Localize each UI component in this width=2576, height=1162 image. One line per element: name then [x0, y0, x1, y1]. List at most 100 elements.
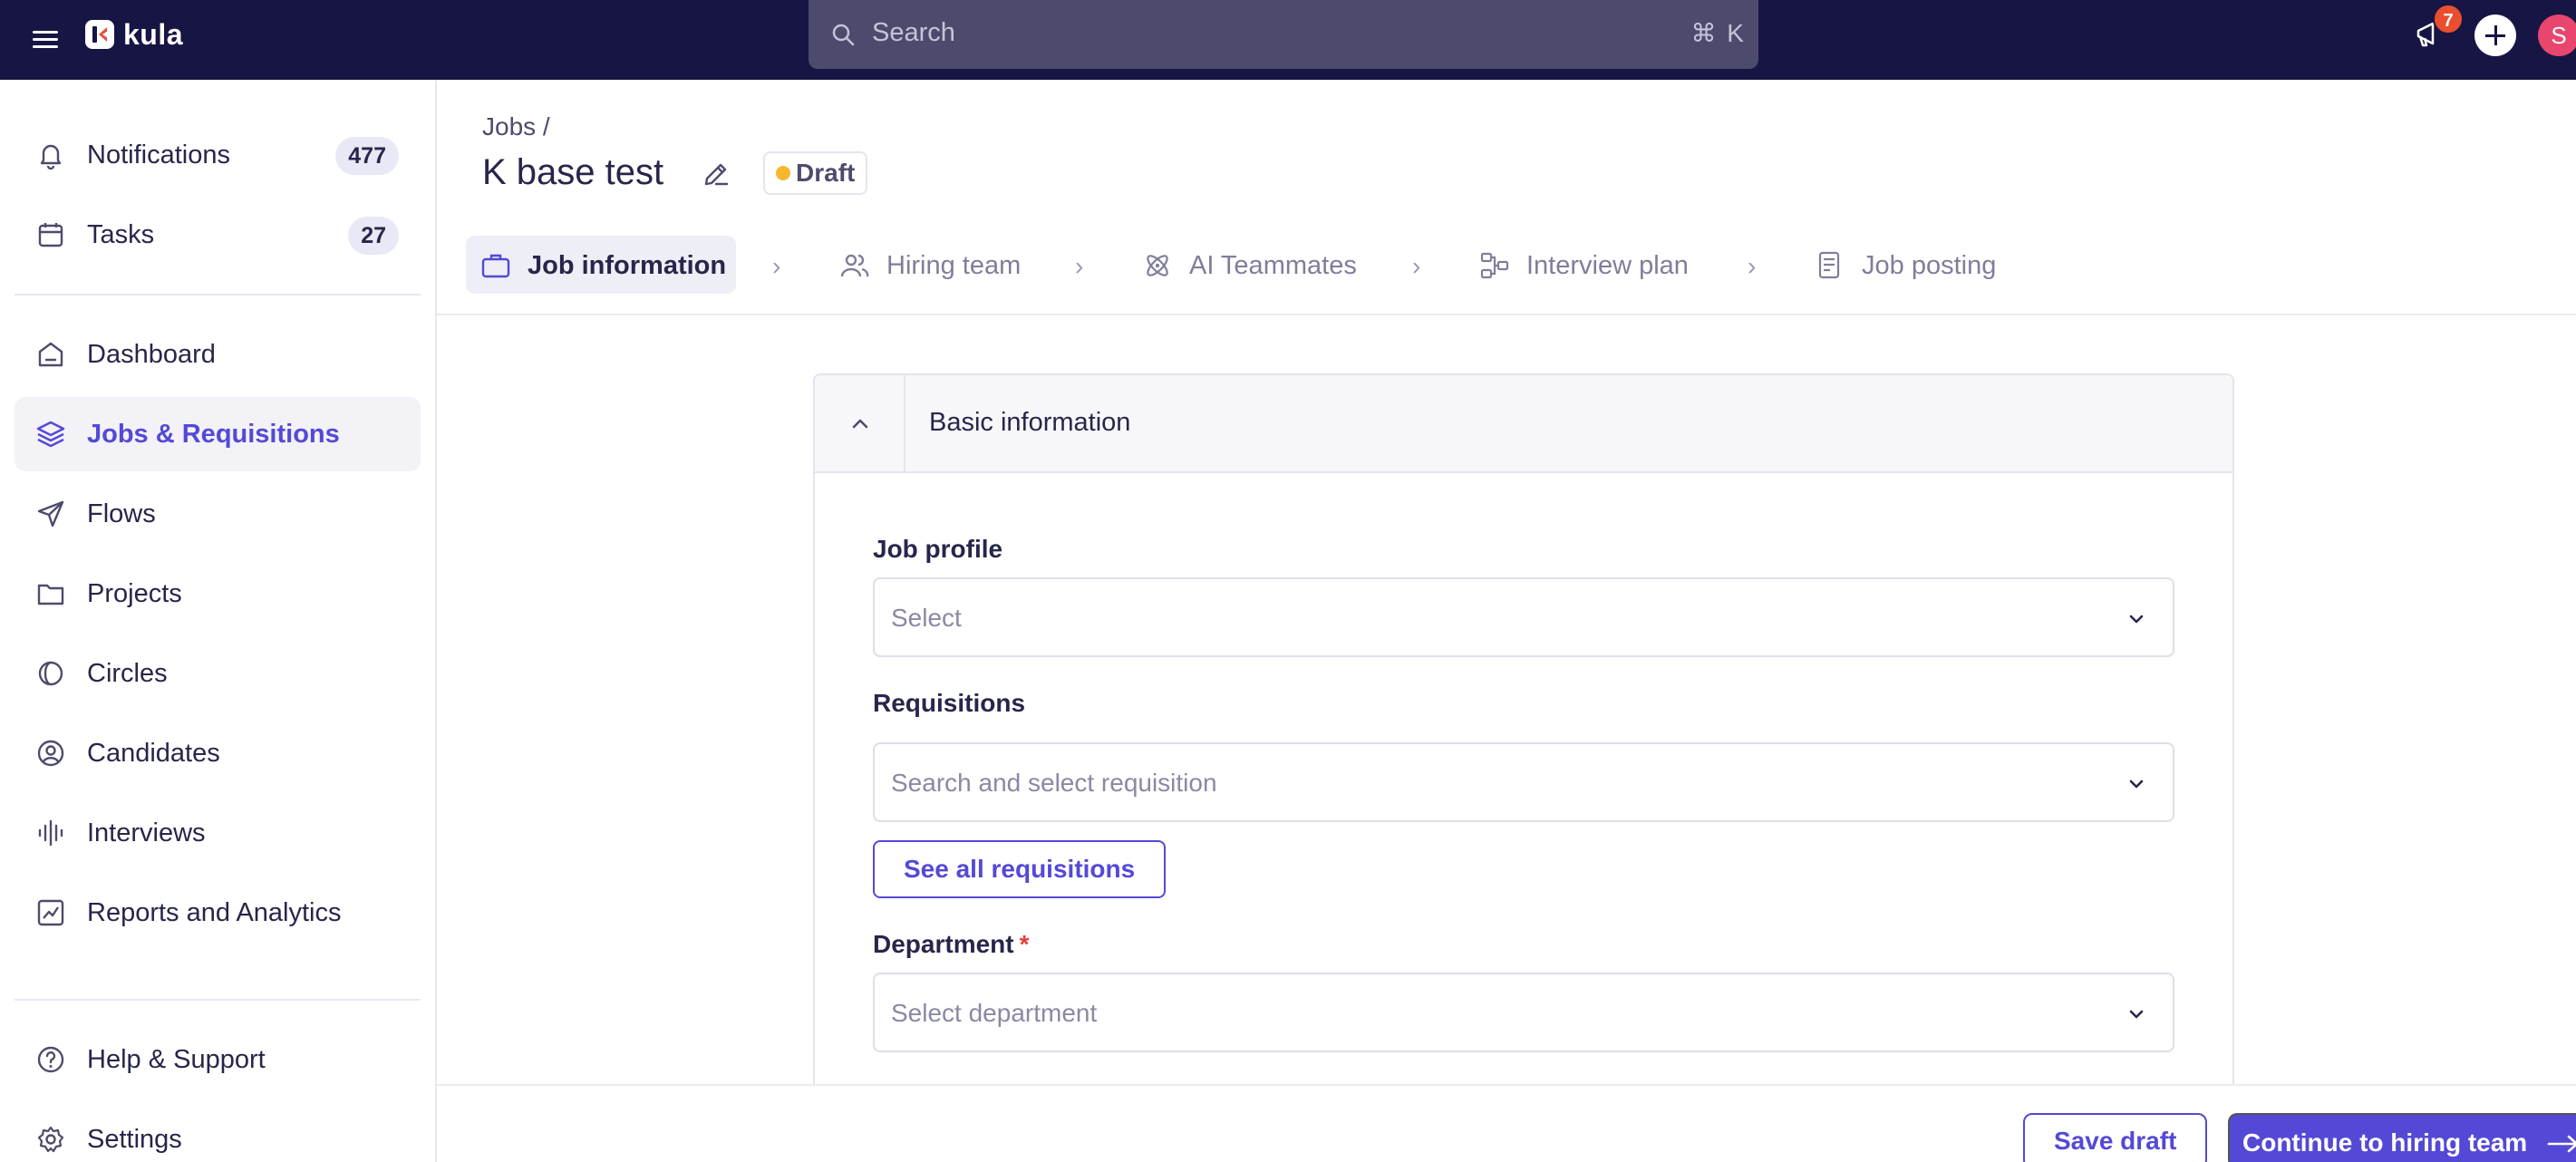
sidebar-item-label: Settings	[87, 1124, 182, 1154]
send-icon	[37, 500, 64, 528]
sidebar-item-label: Jobs & Requisitions	[87, 419, 340, 449]
folder-icon	[37, 584, 64, 605]
step-label: AI Teammates	[1189, 251, 1357, 280]
continue-to-hiring-team-button[interactable]: Continue to hiring team	[2228, 1113, 2576, 1162]
chevron-right-icon: ›	[1748, 252, 1757, 280]
sidebar-item-label: Interviews	[87, 818, 206, 847]
home-icon	[38, 342, 63, 367]
user-circle-icon	[37, 740, 64, 767]
job-profile-label: Job profile	[873, 535, 1003, 563]
search-placeholder: Search	[872, 18, 955, 47]
global-search[interactable]: Search ⌘ K	[809, 0, 1758, 69]
chevron-down-icon	[2129, 1010, 2144, 1019]
collapse-button[interactable]	[815, 375, 905, 471]
chevron-down-icon	[2129, 615, 2144, 624]
chevron-right-icon: ›	[1412, 252, 1421, 280]
requisitions-label: Requisitions	[873, 689, 1026, 717]
basic-information-card: Basic information Job profile Select Req…	[813, 373, 2234, 1162]
tab-hiring-team[interactable]: Hiring team	[825, 236, 1060, 294]
step-label: Hiring team	[886, 251, 1022, 280]
sidebar-item-dashboard[interactable]: Dashboard	[15, 317, 421, 392]
gear-icon	[37, 1126, 64, 1153]
sidebar-item-label: Tasks	[87, 219, 155, 249]
create-new-button[interactable]	[2474, 15, 2516, 56]
sidebar-item-label: Projects	[87, 578, 182, 608]
department-select[interactable]: Select department	[873, 973, 2174, 1052]
sidebar-item-projects[interactable]: Projects	[15, 557, 421, 631]
notification-badge: 7	[2433, 4, 2464, 34]
select-placeholder: Select	[891, 604, 962, 632]
sidebar-item-circles[interactable]: Circles	[15, 636, 421, 711]
tab-job-information[interactable]: Job information	[466, 236, 736, 294]
notifications-count: 477	[335, 137, 399, 175]
sidebar-divider	[15, 999, 421, 1001]
circles-icon	[38, 661, 63, 686]
sidebar-item-label: Circles	[87, 658, 168, 688]
users-icon	[840, 254, 869, 277]
page-title: K base test	[482, 152, 664, 192]
sidebar-item-label: Reports and Analytics	[87, 897, 342, 927]
sidebar-item-label: Flows	[87, 499, 156, 528]
search-icon	[832, 24, 855, 46]
breadcrumb[interactable]: Jobs /	[482, 112, 550, 141]
briefcase-icon	[481, 254, 510, 278]
sidebar-item-flows[interactable]: Flows	[15, 477, 421, 551]
tasks-count: 27	[348, 217, 399, 255]
chart-icon	[37, 899, 64, 926]
sidebar-item-notifications[interactable]: Notifications 477	[15, 118, 421, 192]
help-icon	[37, 1046, 64, 1073]
continue-label: Continue to hiring team	[2242, 1128, 2528, 1157]
kula-logo-icon	[85, 20, 114, 49]
app-name: kula	[123, 17, 184, 51]
sidebar-item-jobs-requisitions[interactable]: Jobs & Requisitions	[15, 397, 421, 471]
audio-wave-icon	[38, 819, 63, 847]
tab-job-posting[interactable]: Job posting	[1800, 236, 2036, 294]
sidebar-item-label: Help & Support	[87, 1044, 266, 1074]
chevron-up-icon	[852, 419, 868, 429]
tab-interview-plan[interactable]: Interview plan	[1465, 236, 1737, 294]
required-mark: *	[1019, 930, 1030, 958]
user-avatar[interactable]: S	[2538, 15, 2576, 56]
status-badge: Draft	[763, 151, 868, 195]
department-label-text: Department	[873, 930, 1014, 958]
see-all-requisitions-button[interactable]: See all requisitions	[873, 840, 1167, 898]
layers-icon	[36, 421, 65, 448]
atom-icon	[1147, 255, 1168, 276]
hamburger-menu-icon[interactable]	[31, 24, 60, 53]
flow-icon	[1480, 252, 1509, 279]
sidebar-item-help-support[interactable]: Help & Support	[15, 1022, 421, 1097]
card-title: Basic information	[929, 408, 1131, 437]
card-header[interactable]: Basic information	[815, 375, 2232, 473]
document-icon	[1818, 251, 1840, 279]
sidebar-item-label: Notifications	[87, 140, 230, 169]
job-profile-select[interactable]: Select	[873, 577, 2174, 657]
step-label: Job information	[528, 251, 727, 280]
bell-icon	[40, 144, 62, 170]
sidebar-item-label: Candidates	[87, 738, 220, 768]
app-logo[interactable]: kula	[85, 18, 183, 51]
sidebar-item-tasks[interactable]: Tasks 27	[15, 198, 421, 272]
top-bar: kula Search ⌘ K 7 S	[0, 0, 2576, 80]
chevron-right-icon: ›	[772, 252, 781, 280]
step-label: Interview plan	[1526, 251, 1689, 280]
chevron-right-icon: ›	[1075, 252, 1084, 280]
calendar-icon	[38, 223, 63, 247]
search-shortcut: ⌘ K	[1690, 19, 1746, 47]
pencil-icon[interactable]	[700, 158, 732, 190]
sidebar-item-settings[interactable]: Settings	[15, 1102, 421, 1162]
save-draft-button[interactable]: Save draft	[2023, 1113, 2208, 1162]
sidebar-item-reports-analytics[interactable]: Reports and Analytics	[15, 876, 421, 950]
requisitions-select[interactable]: Search and select requisition	[873, 742, 2174, 822]
sidebar-divider	[15, 294, 421, 295]
select-placeholder: Search and select requisition	[891, 769, 1217, 797]
step-label: Job posting	[1862, 251, 1997, 280]
sidebar: Notifications 477 Tasks 27 Dashboard Job…	[0, 80, 437, 1162]
sidebar-item-candidates[interactable]: Candidates	[15, 716, 421, 790]
department-label: Department *	[873, 930, 1030, 959]
sidebar-item-interviews[interactable]: Interviews	[15, 796, 421, 870]
select-placeholder: Select department	[891, 999, 1098, 1027]
arrow-right-icon	[2547, 1135, 2576, 1153]
tab-ai-teammates[interactable]: AI Teammates	[1128, 236, 1418, 294]
sidebar-item-label: Dashboard	[87, 339, 216, 369]
chevron-down-icon	[2129, 780, 2144, 789]
